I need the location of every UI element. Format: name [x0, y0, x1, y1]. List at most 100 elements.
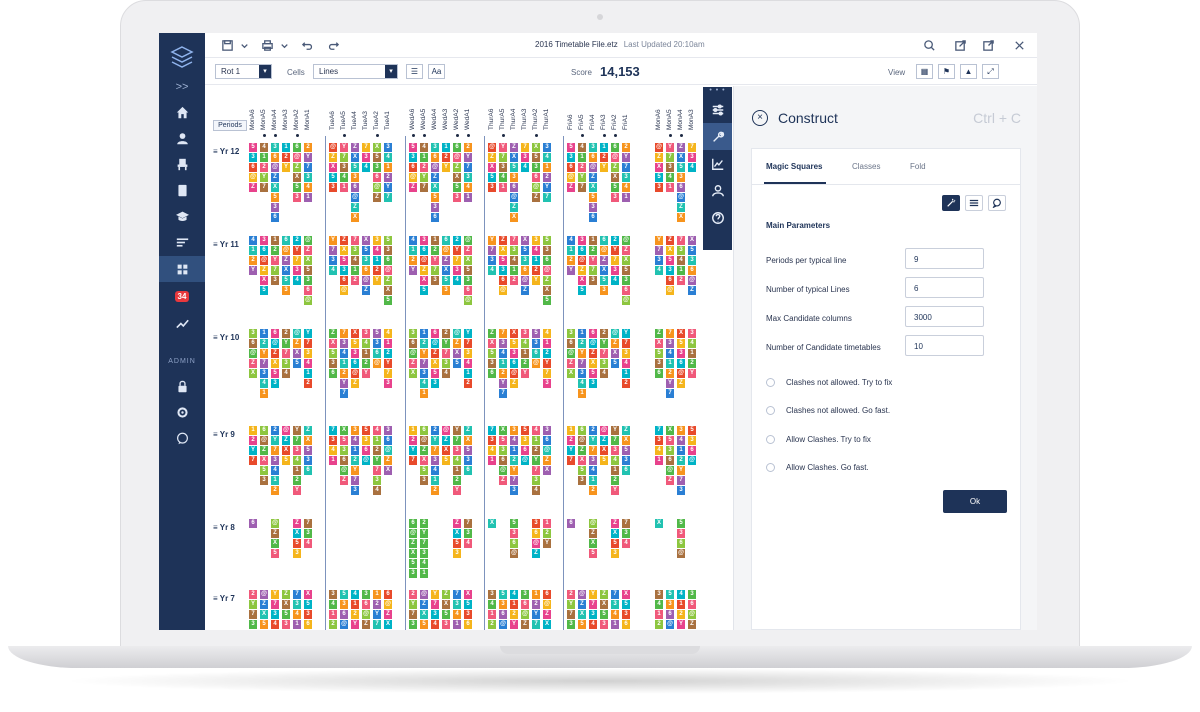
timetable-cell[interactable]: 4 — [666, 173, 674, 182]
timetable-cell[interactable]: @ — [532, 183, 540, 192]
timetable-cell[interactable]: 7 — [567, 610, 575, 619]
timetable-cell[interactable]: 2 — [510, 610, 518, 619]
timetable-cell[interactable]: 2 — [420, 163, 428, 172]
timetable-cell[interactable]: @ — [249, 173, 257, 182]
timetable-cell[interactable]: 3 — [351, 173, 359, 182]
timetable-cell[interactable]: X — [677, 153, 685, 162]
timetable-cell[interactable]: 2 — [420, 339, 428, 348]
timetable-cell[interactable]: 1 — [611, 466, 619, 475]
timetable-cell[interactable]: 4 — [543, 153, 551, 162]
timetable-cell[interactable]: 1 — [499, 183, 507, 192]
column-header[interactable]: TueA1 — [384, 90, 393, 130]
column-header[interactable]: FriA3 — [600, 90, 609, 130]
timetable-cell[interactable]: 6 — [589, 153, 597, 162]
timetable-cell[interactable]: 3 — [655, 436, 663, 445]
column-header[interactable]: MonA5 — [260, 90, 269, 130]
timetable-cell[interactable]: X — [543, 466, 551, 475]
timetable-cell[interactable]: Y — [282, 339, 290, 348]
timetable-cell[interactable]: 7 — [340, 329, 348, 338]
timetable-cell[interactable]: Z — [589, 173, 597, 182]
timetable-cell[interactable]: 3 — [351, 486, 359, 495]
timetable-cell[interactable]: 2 — [271, 486, 279, 495]
timetable-cell[interactable]: 4 — [655, 446, 663, 455]
timetable-cell[interactable]: 6 — [373, 173, 381, 182]
timetable-cell[interactable]: 3 — [329, 590, 337, 599]
timetable-cell[interactable]: 3 — [340, 446, 348, 455]
timetable-cell[interactable]: @ — [611, 329, 619, 338]
timetable-cell[interactable]: X — [282, 446, 290, 455]
timetable-cell[interactable]: 7 — [409, 610, 417, 619]
timetable-cell[interactable]: 7 — [431, 266, 439, 275]
timetable-cell[interactable]: 2 — [384, 349, 392, 358]
clash-option-4[interactable]: Allow Clashes. Go fast. — [766, 463, 869, 472]
timetable-cell[interactable]: Y — [611, 426, 619, 435]
timetable-cell[interactable]: Y — [688, 369, 696, 378]
timetable-cell[interactable]: 1 — [362, 349, 370, 358]
timetable-cell[interactable]: @ — [464, 296, 472, 305]
timetable-cell[interactable]: 5 — [655, 173, 663, 182]
timetable-cell[interactable]: 3 — [362, 436, 370, 445]
timetable-cell[interactable]: 5 — [282, 456, 290, 465]
timetable-cell[interactable]: 1 — [453, 620, 461, 629]
timetable-cell[interactable]: 4 — [655, 600, 663, 609]
timetable-cell[interactable]: 3 — [677, 486, 685, 495]
timetable-cell[interactable]: 5 — [340, 256, 348, 265]
timetable-cell[interactable]: X — [464, 256, 472, 265]
timetable-cell[interactable]: 3 — [510, 246, 518, 255]
timetable-cell[interactable]: @ — [688, 610, 696, 619]
timetable-cell[interactable]: 3 — [384, 143, 392, 152]
column-header[interactable]: ThurA3 — [521, 90, 530, 130]
timetable-cell[interactable]: Y — [453, 486, 461, 495]
timetable-cell[interactable]: Z — [293, 339, 301, 348]
timetable-cell[interactable]: Y — [431, 590, 439, 599]
timetable-cell[interactable]: 3 — [532, 476, 540, 485]
timetable-cell[interactable]: 4 — [304, 183, 312, 192]
timetable-cell[interactable]: 3 — [611, 549, 619, 558]
timetable-cell[interactable]: 1 — [543, 519, 551, 528]
timetable-cell[interactable]: X — [677, 329, 685, 338]
timetable-cell[interactable]: 3 — [464, 529, 472, 538]
timetable-cell[interactable]: @ — [655, 143, 663, 152]
clash-option-3[interactable]: Allow Clashes. Try to fix — [766, 435, 871, 444]
timetable-cell[interactable]: 4 — [622, 359, 630, 368]
timetable-cell[interactable]: 6 — [666, 610, 674, 619]
timetable-cell[interactable]: 3 — [521, 329, 529, 338]
timetable-cell[interactable]: 1 — [488, 456, 496, 465]
timetable-cell[interactable]: 3 — [271, 610, 279, 619]
timetable-cell[interactable]: 1 — [578, 329, 586, 338]
nav-timetable[interactable] — [159, 256, 205, 282]
ok-button[interactable]: Ok — [943, 490, 1007, 513]
timetable-cell[interactable]: 4 — [688, 163, 696, 172]
view-warning-button[interactable]: ▲ — [960, 64, 977, 79]
timetable-cell[interactable]: 3 — [521, 256, 529, 265]
timetable-cell[interactable]: @ — [329, 143, 337, 152]
timetable-cell[interactable]: 3 — [488, 359, 496, 368]
timetable-cell[interactable]: Z — [688, 620, 696, 629]
radio-button[interactable] — [766, 378, 775, 387]
timetable-cell[interactable]: Y — [373, 610, 381, 619]
view-grid-button[interactable]: ▦ — [916, 64, 933, 79]
tab-classes[interactable]: Classes — [852, 162, 880, 171]
timetable-cell[interactable]: @ — [409, 173, 417, 182]
timetable-cell[interactable]: 3 — [362, 329, 370, 338]
timetable-cell[interactable]: Y — [293, 486, 301, 495]
timetable-cell[interactable]: X — [589, 359, 597, 368]
timetable-cell[interactable]: @ — [589, 163, 597, 172]
timetable-cell[interactable]: 4 — [611, 610, 619, 619]
timetable-cell[interactable]: X — [293, 349, 301, 358]
timetable-cell[interactable]: 5 — [260, 620, 268, 629]
timetable-cell[interactable]: 2 — [362, 359, 370, 368]
timetable-cell[interactable]: 4 — [677, 590, 685, 599]
timetable-cell[interactable]: 7 — [340, 389, 348, 398]
timetable-cell[interactable]: Z — [329, 329, 337, 338]
timetable-cell[interactable]: 5 — [600, 456, 608, 465]
timetable-cell[interactable]: 2 — [488, 620, 496, 629]
timetable-cell[interactable]: @ — [340, 466, 348, 475]
timetable-cell[interactable]: 5 — [589, 549, 597, 558]
timetable-cell[interactable]: 4 — [578, 379, 586, 388]
timetable-cell[interactable]: 5 — [611, 183, 619, 192]
timetable-cell[interactable]: 7 — [543, 193, 551, 202]
timetable-cell[interactable]: @ — [442, 246, 450, 255]
timetable-cell[interactable]: 6 — [304, 286, 312, 295]
timetable-cell[interactable]: 5 — [532, 329, 540, 338]
